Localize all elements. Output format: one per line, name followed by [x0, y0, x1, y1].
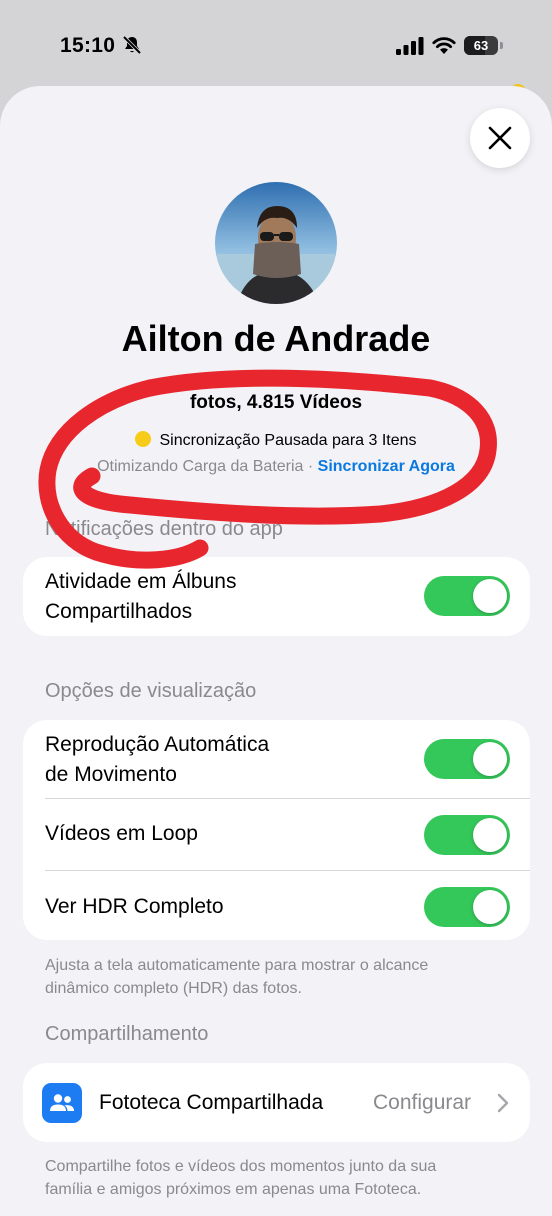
hdr-footer-note: Ajusta a tela automaticamente para mostr…: [45, 957, 429, 997]
sync-reason-text: Otimizando Carga da Bateria ·: [97, 458, 318, 475]
sync-status-text: Sincronização Pausada para 3 Itens: [159, 432, 417, 449]
sync-status: Sincronização Pausada para 3 Itens: [0, 431, 552, 450]
loop-videos-toggle[interactable]: [424, 815, 510, 855]
battery-level-text: 63: [473, 38, 489, 53]
row-loop-videos: Vídeos em Loop: [23, 799, 530, 870]
sync-subtitle: Otimizando Carga da Bateria · Sincroniza…: [0, 458, 552, 476]
section-header-sharing: Compartilhamento: [45, 1023, 209, 1045]
section-header-view-options: Opções de visualização: [45, 680, 257, 702]
battery-indicator: 63: [464, 36, 504, 55]
cellular-signal-icon: [396, 37, 424, 55]
user-name: Ailton de Andrade: [121, 318, 431, 359]
row-label: Fototeca Compartilhada: [99, 1091, 324, 1114]
status-time: 15:10: [60, 34, 116, 57]
library-counts: fotos, 4.815 Vídeos: [189, 392, 363, 413]
status-bar: 15:10 63: [0, 0, 552, 90]
sharing-footer-note: Compartilhe fotos e vídeos dos momentos …: [45, 1158, 437, 1198]
silent-bell-icon: [122, 35, 142, 55]
wifi-icon: [432, 37, 456, 54]
notifications-card: Atividade em Álbuns Compartilhados: [23, 557, 530, 636]
avatar[interactable]: [215, 182, 337, 304]
row-shared-album-activity: Atividade em Álbuns Compartilhados: [23, 557, 530, 636]
chevron-right-icon: [497, 1093, 509, 1113]
full-hdr-toggle[interactable]: [424, 887, 510, 927]
autoplay-motion-toggle[interactable]: [424, 739, 510, 779]
row-full-hdr: Ver HDR Completo: [23, 871, 530, 940]
view-options-card: Reprodução Automática de Movimento Vídeo…: [23, 720, 530, 940]
sync-status-dot: [135, 431, 152, 447]
sharing-card: Fototeca Compartilhada Configurar: [23, 1063, 530, 1142]
close-icon: [488, 126, 512, 150]
shared-library-value: Configurar: [373, 1091, 472, 1114]
people-icon: [42, 1083, 82, 1123]
shared-album-activity-toggle[interactable]: [424, 576, 510, 616]
row-label: Atividade em Álbuns Compartilhados: [45, 570, 237, 623]
row-label: Vídeos em Loop: [45, 822, 198, 845]
row-label: Reprodução Automática de Movimento: [45, 733, 270, 786]
row-label: Ver HDR Completo: [45, 895, 224, 918]
section-header-notifications: Notificações dentro do app: [45, 518, 283, 540]
close-button[interactable]: [470, 108, 530, 168]
row-shared-library[interactable]: Fototeca Compartilhada Configurar: [23, 1063, 530, 1142]
row-autoplay-motion: Reprodução Automática de Movimento: [23, 720, 530, 798]
sync-now-link[interactable]: Sincronizar Agora: [318, 458, 455, 475]
